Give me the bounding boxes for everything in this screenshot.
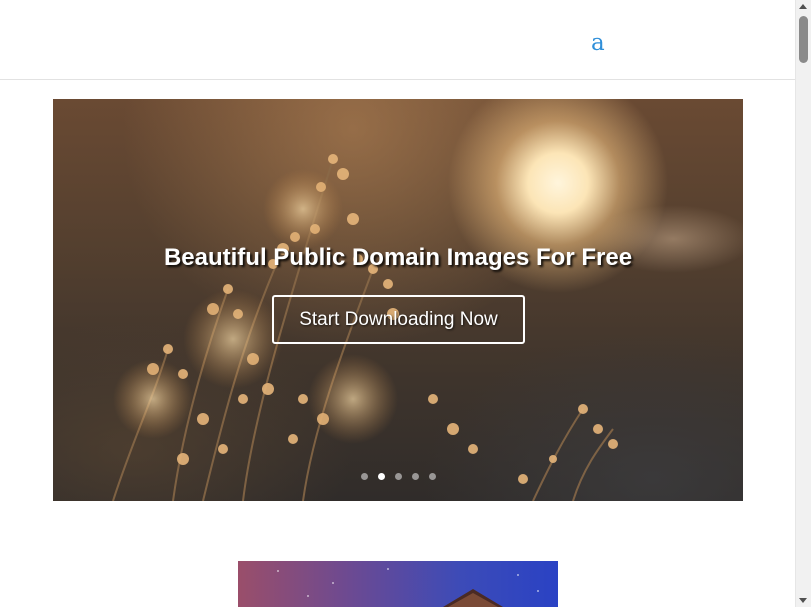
slider-dot-1[interactable]	[360, 473, 368, 480]
slider-pagination	[53, 473, 743, 482]
hero-slider: Beautiful Public Domain Images For Free …	[53, 99, 743, 501]
scroll-down-arrow-icon[interactable]	[799, 598, 807, 603]
site-logo[interactable]: a	[591, 30, 605, 56]
scrollbar-thumb[interactable]	[799, 16, 808, 63]
page-viewport: a Beautiful Public Domain Images For Fre…	[0, 0, 795, 607]
hero-title: Beautiful Public Domain Images For Free	[163, 244, 633, 272]
slider-dot-4[interactable]	[411, 473, 419, 480]
vertical-scrollbar[interactable]	[795, 0, 811, 607]
slider-dot-3[interactable]	[394, 473, 402, 480]
slider-dot-2[interactable]	[377, 473, 385, 480]
thumbnail-photo	[238, 561, 558, 607]
slider-dot-5[interactable]	[428, 473, 436, 480]
scroll-up-arrow-icon[interactable]	[799, 4, 807, 9]
start-downloading-button[interactable]: Start Downloading Now	[272, 295, 525, 344]
site-header: a	[0, 0, 795, 80]
featured-image-thumbnail[interactable]	[238, 561, 558, 607]
